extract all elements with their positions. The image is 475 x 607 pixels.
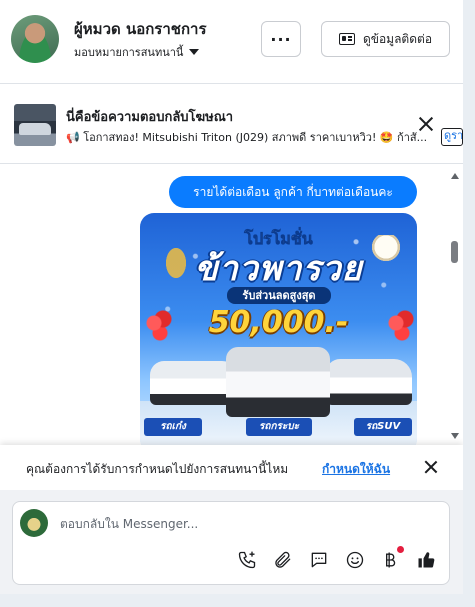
suv-car-image bbox=[326, 359, 412, 405]
page-avatar bbox=[20, 509, 48, 537]
reply-input[interactable] bbox=[60, 514, 430, 534]
chat-bubble-icon bbox=[311, 552, 327, 568]
car-label-pickup: รถกระบะ bbox=[246, 418, 312, 436]
scrollbar[interactable] bbox=[448, 165, 460, 445]
thumbs-up-icon bbox=[418, 552, 435, 568]
more-options-button[interactable]: ··· bbox=[261, 21, 301, 57]
scroll-up-arrow-icon[interactable] bbox=[451, 173, 459, 179]
assign-dropdown[interactable]: มอบหมายการสนทนานี้ bbox=[74, 43, 200, 61]
smiley-icon bbox=[346, 551, 364, 569]
assign-to-me-link[interactable]: กำหนดให้ฉัน bbox=[322, 460, 390, 479]
contact-card-icon bbox=[338, 33, 355, 45]
promo-image[interactable]: โปรโมชั่น ข้าวพารวย ลืมปันปีรถขับ ลดหนัก… bbox=[140, 213, 417, 445]
saved-replies-button[interactable] bbox=[308, 549, 330, 571]
contact-avatar[interactable] bbox=[11, 15, 59, 63]
scroll-down-arrow-icon[interactable] bbox=[451, 433, 459, 439]
notice-text: คุณต้องการได้รับการกำหนดไปยังการสนทนานี้… bbox=[26, 462, 289, 476]
close-notice-icon[interactable] bbox=[424, 460, 438, 474]
close-icon[interactable] bbox=[417, 115, 435, 133]
balloons-right-icon bbox=[384, 309, 414, 349]
ad-text: 📢 โอกาสทอง! Mitsubishi Triton (J029) สภา… bbox=[66, 131, 428, 144]
promo-discount-label: รับส่วนลดสูงสุด bbox=[227, 287, 331, 304]
promo-amount: 50,000.- bbox=[208, 305, 349, 340]
car-label-suv: รถSUV bbox=[354, 418, 412, 436]
pickup-truck-image bbox=[226, 347, 330, 417]
view-contact-label: ดูข้อมูลติดต่อ bbox=[362, 31, 433, 46]
contact-name[interactable]: ผู้หมวด นอกราชการ bbox=[74, 17, 207, 41]
ad-thumbnail[interactable] bbox=[14, 104, 56, 146]
emoji-button[interactable] bbox=[344, 549, 366, 571]
ad-reply-banner: นี่คือข้อความตอบกลับโฆษณา 📢 โอกาสทอง! Mi… bbox=[0, 84, 463, 164]
car-label-sedan: รถเก๋ง bbox=[144, 418, 202, 436]
attach-button[interactable] bbox=[272, 549, 294, 571]
outgoing-message[interactable]: รายได้ต่อเดือน ลูกค้า กี่บาทต่อเดือนคะ bbox=[169, 176, 417, 208]
phone-plus-icon bbox=[238, 551, 256, 569]
conversation-header: ผู้หมวด นอกราชการ มอบหมายการสนทนานี้ ···… bbox=[0, 0, 463, 84]
paperclip-icon bbox=[275, 551, 291, 568]
call-button[interactable] bbox=[236, 549, 258, 571]
like-button[interactable] bbox=[415, 549, 437, 571]
assignment-notice: คุณต้องการได้รับการกำหนดไปยังการสนทนานี้… bbox=[0, 445, 463, 490]
assign-label: มอบหมายการสนทนานี้ bbox=[74, 46, 184, 59]
ad-title: นี่คือข้อความตอบกลับโฆษณา bbox=[66, 110, 234, 125]
caret-down-icon bbox=[189, 49, 200, 55]
scrollbar-thumb[interactable] bbox=[451, 241, 458, 263]
baht-icon bbox=[386, 552, 396, 568]
conversation-panel: ผู้หมวด นอกราชการ มอบหมายการสนทนานี้ ···… bbox=[0, 0, 463, 594]
balloons-left-icon bbox=[142, 309, 172, 349]
message-thread[interactable]: รายได้ต่อเดือน ลูกค้า กี่บาทต่อเดือนคะ โ… bbox=[0, 165, 463, 445]
notification-badge bbox=[397, 546, 404, 553]
view-ad-button[interactable]: ดูรา bbox=[441, 128, 463, 146]
view-contact-button[interactable]: ดูข้อมูลติดต่อ bbox=[321, 21, 450, 57]
